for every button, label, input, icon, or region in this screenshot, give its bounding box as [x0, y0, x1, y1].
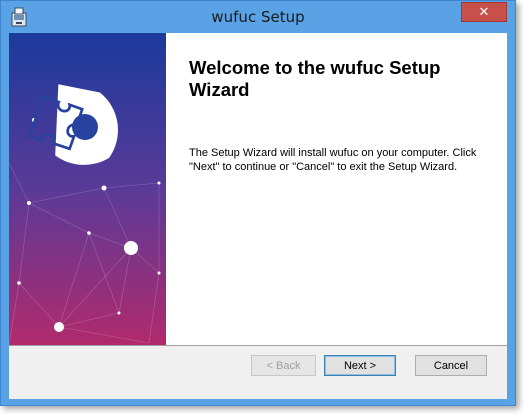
welcome-panel: Welcome to the wufuc Setup Wizard The Se…: [166, 33, 507, 345]
setup-window: wufuc Setup ✕ Welcome to the wufuc Setup…: [0, 0, 516, 406]
welcome-heading: Welcome to the wufuc Setup Wizard: [189, 57, 441, 100]
cancel-button[interactable]: Cancel: [415, 355, 487, 376]
button-separator: [9, 345, 507, 346]
welcome-banner: [9, 33, 166, 345]
next-button[interactable]: Next >: [324, 355, 396, 376]
back-button[interactable]: < Back: [251, 355, 316, 376]
dialog-client-area: Welcome to the wufuc Setup Wizard The Se…: [9, 33, 507, 399]
close-icon: ✕: [478, 4, 490, 20]
window-title: wufuc Setup: [211, 8, 305, 26]
title-bar[interactable]: wufuc Setup ✕: [1, 1, 515, 33]
close-button[interactable]: ✕: [461, 2, 507, 22]
banner-graphic: [9, 33, 166, 345]
welcome-description: The Setup Wizard will install wufuc on y…: [189, 147, 477, 173]
